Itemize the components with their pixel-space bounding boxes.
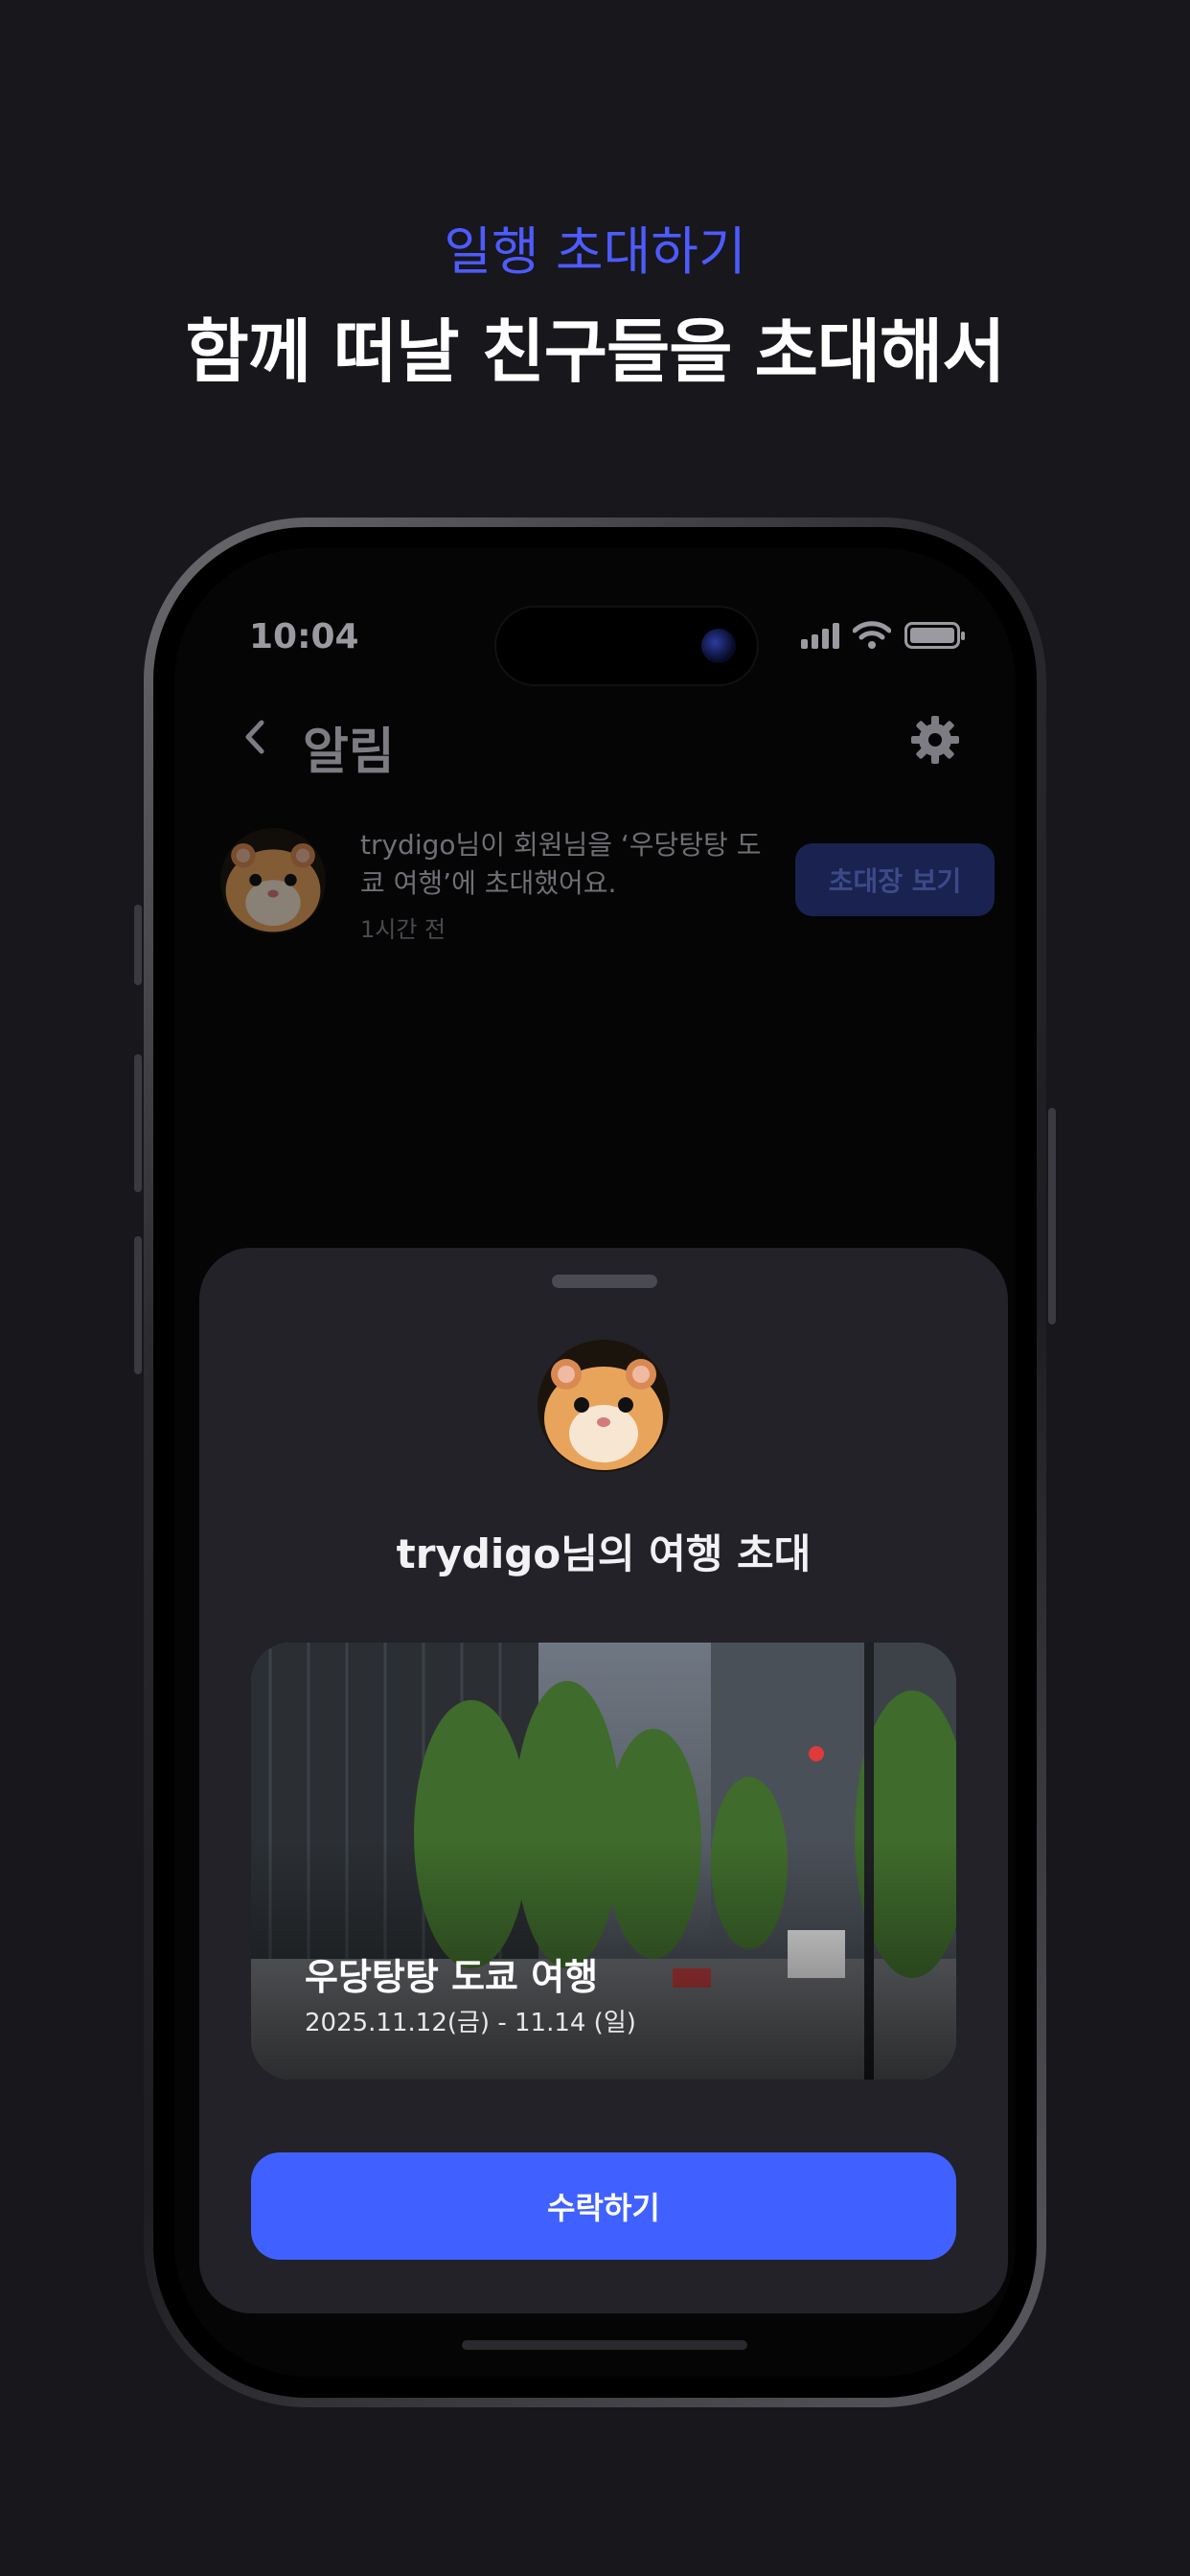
dynamic-island xyxy=(494,606,759,686)
invite-bottom-sheet: trydigo님의 여행 초대 우당탕탕 도쿄 여행 2025.11.12(금)… xyxy=(199,1248,1008,2313)
status-time: 10:04 xyxy=(249,617,359,656)
action-button xyxy=(134,905,142,985)
invite-title: trydigo님의 여행 초대 xyxy=(396,1530,812,1577)
hero-subtitle: 일행 초대하기 xyxy=(444,221,746,282)
avatar xyxy=(220,828,326,933)
volume-up-button xyxy=(134,1054,142,1192)
battery-icon xyxy=(904,622,965,649)
page-title: 알림 xyxy=(303,724,395,781)
notification-message: trydigo님이 회원님을 ‘우당탕탕 도쿄 여행’에 초대했어요. xyxy=(360,829,762,899)
inviter-avatar xyxy=(538,1340,670,1472)
phone-screen: 10:04 알림 trydigo님이 회원님을 ‘우당탕탕 도쿄 여행’에 초대… xyxy=(174,548,1016,2377)
sheet-handle[interactable] xyxy=(552,1275,657,1288)
accept-button[interactable]: 수락하기 xyxy=(251,2152,956,2260)
volume-down-button xyxy=(134,1236,142,1374)
notification-time: 1시간 전 xyxy=(360,916,446,943)
trip-card[interactable]: 우당탕탕 도쿄 여행 2025.11.12(금) - 11.14 (일) xyxy=(251,1643,956,2080)
status-icons xyxy=(801,621,965,650)
phone-frame: 10:04 알림 trydigo님이 회원님을 ‘우당탕탕 도쿄 여행’에 초대… xyxy=(144,518,1046,2407)
home-indicator xyxy=(462,2340,747,2350)
chevron-left-icon[interactable] xyxy=(232,713,280,761)
view-invitation-button[interactable]: 초대장 보기 xyxy=(795,843,995,916)
power-button xyxy=(1048,1108,1056,1324)
hero-title: 함께 떠날 친구들을 초대해서 xyxy=(185,311,1005,392)
trip-dates: 2025.11.12(금) - 11.14 (일) xyxy=(305,2009,636,2037)
trip-name: 우당탕탕 도쿄 여행 xyxy=(305,1956,599,1998)
camera-icon xyxy=(701,629,736,663)
wifi-icon xyxy=(853,621,891,649)
gear-icon[interactable] xyxy=(908,713,962,767)
cellular-signal-icon xyxy=(801,622,839,649)
